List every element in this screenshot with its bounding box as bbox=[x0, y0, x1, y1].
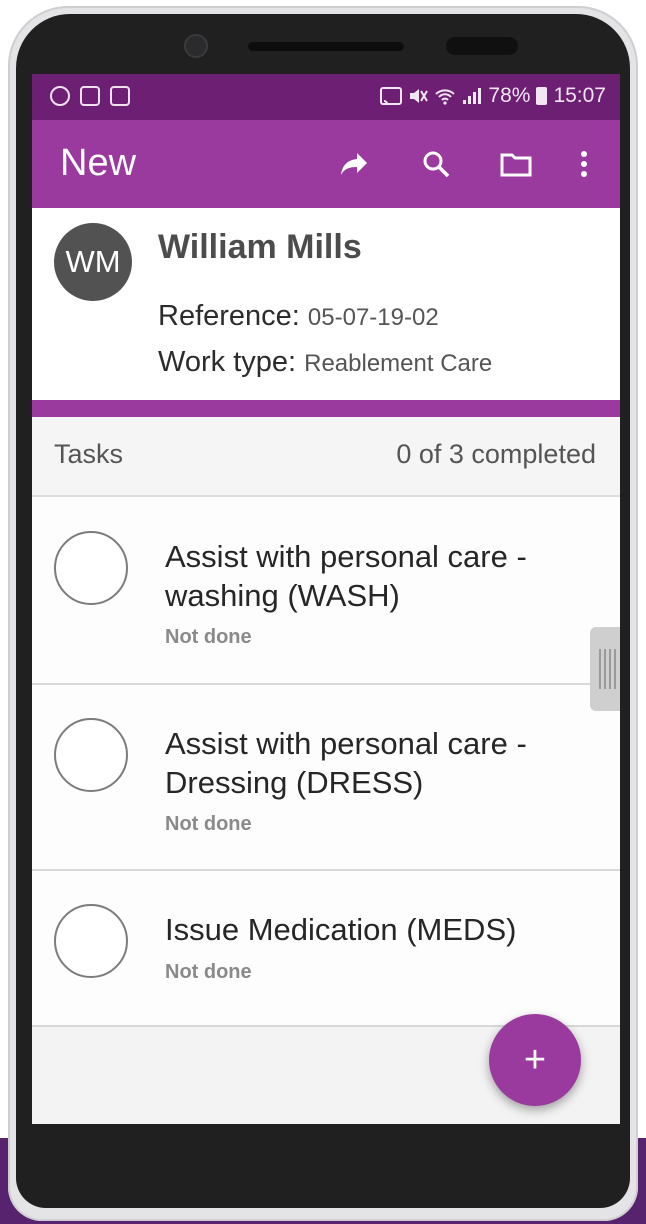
battery-percentage: 78% bbox=[488, 84, 531, 107]
avatar: WM bbox=[54, 223, 132, 301]
wifi-icon bbox=[435, 89, 456, 105]
proximity-sensor bbox=[446, 37, 518, 55]
client-name: William Mills bbox=[158, 228, 362, 266]
more-options-button[interactable] bbox=[562, 142, 606, 186]
folder-button[interactable] bbox=[494, 142, 538, 186]
task-checkbox[interactable] bbox=[54, 718, 128, 792]
work-type-label: Work type: bbox=[158, 346, 297, 378]
tasks-header: Tasks 0 of 3 completed bbox=[32, 417, 620, 497]
battery-icon bbox=[536, 87, 548, 105]
card-divider bbox=[32, 400, 620, 417]
task-item[interactable]: Assist with personal care - washing (WAS… bbox=[32, 497, 620, 685]
app-bar: New bbox=[32, 120, 620, 208]
front-camera bbox=[184, 34, 208, 58]
earpiece-speaker bbox=[248, 42, 404, 51]
reference-label: Reference: bbox=[158, 300, 300, 332]
task-status: Not done bbox=[165, 626, 252, 648]
folder-icon bbox=[500, 153, 532, 177]
reference-row: Reference: 05-07-19-02 bbox=[158, 300, 439, 333]
notification-gallery-icon bbox=[80, 86, 100, 106]
cast-icon bbox=[380, 87, 403, 105]
app-screen: 78% 15:07 New WM William Mills Reference… bbox=[32, 74, 620, 1124]
share-icon bbox=[341, 153, 367, 175]
task-title: Assist with personal care - washing (WAS… bbox=[165, 539, 527, 613]
work-type-value: Reablement Care bbox=[304, 350, 493, 377]
clock-time: 15:07 bbox=[553, 84, 606, 107]
add-task-button[interactable]: + bbox=[489, 1014, 581, 1106]
page-title: New bbox=[60, 142, 137, 184]
task-item[interactable]: Issue Medication (MEDS) Not done bbox=[32, 871, 620, 1027]
search-button[interactable] bbox=[414, 142, 458, 186]
task-checkbox[interactable] bbox=[54, 904, 128, 978]
tasks-label: Tasks bbox=[54, 439, 124, 469]
task-title: Assist with personal care - Dressing (DR… bbox=[165, 726, 527, 800]
share-button[interactable] bbox=[332, 142, 376, 186]
task-status: Not done bbox=[165, 961, 252, 983]
mute-icon bbox=[410, 89, 429, 103]
signal-icon bbox=[463, 88, 482, 104]
task-status: Not done bbox=[165, 813, 252, 835]
fast-scroll-handle[interactable] bbox=[590, 627, 620, 711]
notification-target-icon bbox=[50, 86, 70, 106]
task-title: Issue Medication (MEDS) bbox=[165, 912, 517, 947]
notification-screenshot-icon bbox=[110, 86, 130, 106]
reference-value: 05-07-19-02 bbox=[307, 304, 439, 331]
more-vert-icon bbox=[581, 151, 587, 177]
search-icon bbox=[423, 151, 450, 178]
tasks-completed-count: 0 of 3 completed bbox=[396, 439, 596, 469]
status-bar: 78% 15:07 bbox=[32, 74, 620, 120]
task-item[interactable]: Assist with personal care - Dressing (DR… bbox=[32, 685, 620, 871]
work-type-row: Work type: Reablement Care bbox=[158, 346, 492, 379]
task-checkbox[interactable] bbox=[54, 531, 128, 605]
client-card: WM William Mills Reference: 05-07-19-02 … bbox=[32, 208, 620, 404]
